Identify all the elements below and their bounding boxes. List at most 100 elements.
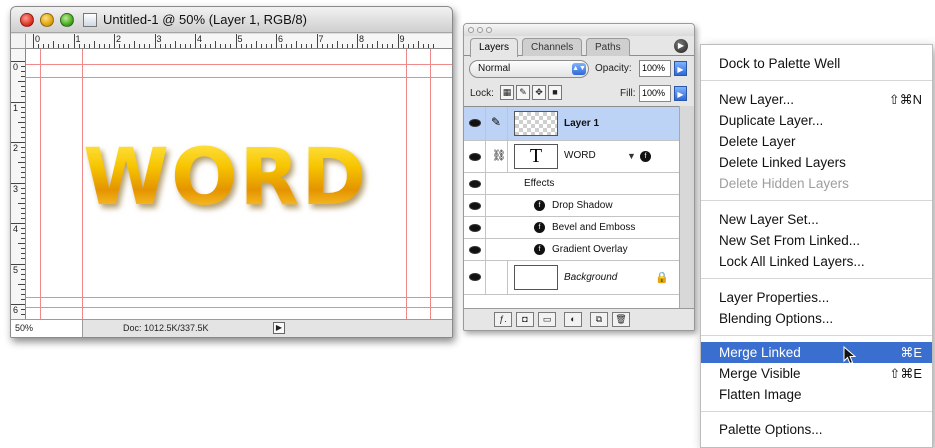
menu-item-lock-all-linked-layers[interactable]: Lock All Linked Layers...: [701, 251, 932, 272]
lock-position-icon[interactable]: ✥: [532, 85, 546, 100]
guide-horizontal[interactable]: [26, 77, 452, 78]
link-cell[interactable]: [486, 261, 508, 294]
guide-vertical[interactable]: [406, 49, 407, 321]
document-proxy-icon[interactable]: [83, 13, 97, 27]
menu-item-flatten-image[interactable]: Flatten Image: [701, 384, 932, 405]
guide-vertical[interactable]: [40, 49, 41, 321]
effect-row-drop-shadow[interactable]: f Drop Shadow: [464, 195, 679, 217]
ruler-tick: [21, 86, 25, 88]
lock-transparency-icon[interactable]: ▦: [500, 85, 514, 100]
zoom-window-icon[interactable]: [60, 13, 74, 27]
menu-item-duplicate-layer[interactable]: Duplicate Layer...: [701, 110, 932, 131]
effect-name: Gradient Overlay: [552, 244, 628, 255]
status-menu-arrow-icon[interactable]: ▶: [273, 322, 285, 334]
layer-style-icon[interactable]: f: [640, 151, 651, 162]
ruler-tick: [21, 177, 25, 179]
layers-scrollbar[interactable]: [679, 106, 694, 308]
effect-icon: f: [534, 200, 545, 211]
guide-vertical[interactable]: [430, 49, 431, 321]
visibility-toggle[interactable]: [464, 141, 486, 172]
menu-item-delete-layer[interactable]: Delete Layer: [701, 131, 932, 152]
menu-item-new-layer-set[interactable]: New Layer Set...: [701, 209, 932, 230]
menu-item-dock-to-palette-well[interactable]: Dock to Palette Well: [701, 53, 932, 74]
menu-item-label: New Layer Set...: [719, 212, 819, 227]
delete-layer-icon[interactable]: 🗑: [612, 312, 630, 327]
visibility-toggle[interactable]: [464, 107, 486, 140]
effect-icon: f: [534, 222, 545, 233]
ruler-tick: [301, 44, 303, 48]
zoom-field[interactable]: 50%: [11, 320, 83, 337]
link-cell[interactable]: ⛓: [486, 141, 508, 172]
palette-bottom-bar: ƒ. ◘ ▭ ◐ ⧉ 🗑: [464, 308, 694, 330]
fill-slider-arrow-icon[interactable]: ▶: [674, 86, 687, 101]
layer-row-background[interactable]: Background 🔒: [464, 261, 679, 295]
ruler-tick: [21, 293, 25, 295]
menu-item-delete-hidden-layers: Delete Hidden Layers: [701, 173, 932, 194]
new-adjustment-layer-icon[interactable]: ◐: [564, 312, 582, 327]
expand-triangle-icon[interactable]: ▼: [627, 151, 636, 161]
menu-item-merge-linked[interactable]: Merge Linked ⌘E: [701, 342, 932, 363]
visibility-toggle[interactable]: [464, 195, 486, 216]
close-window-icon[interactable]: [20, 13, 34, 27]
brush-cell[interactable]: ✎: [486, 107, 508, 140]
lock-image-pixels-icon[interactable]: ✎: [516, 85, 530, 100]
add-layer-style-icon[interactable]: ƒ.: [494, 312, 512, 327]
blend-mode-select[interactable]: Normal ▲▼: [469, 60, 589, 78]
visibility-toggle[interactable]: [464, 173, 486, 194]
effect-row-bevel-emboss[interactable]: f Bevel and Emboss: [464, 217, 679, 239]
ruler-origin[interactable]: [11, 34, 26, 49]
layer-row-word[interactable]: ⛓ T WORD ▼ f: [464, 141, 679, 173]
effect-row-gradient-overlay[interactable]: f Gradient Overlay: [464, 239, 679, 261]
palette-titlebar[interactable]: [464, 24, 694, 36]
fill-input[interactable]: 100%: [639, 85, 671, 102]
ruler-number: 5: [237, 34, 243, 44]
word-text-layer[interactable]: WORD: [83, 139, 368, 217]
visibility-toggle[interactable]: [464, 217, 486, 238]
palette-minimize-icon[interactable]: [477, 27, 483, 33]
tab-layers[interactable]: Layers: [470, 38, 519, 57]
menu-item-delete-linked-layers[interactable]: Delete Linked Layers: [701, 152, 932, 173]
new-layer-icon[interactable]: ⧉: [590, 312, 608, 327]
menu-item-layer-properties[interactable]: Layer Properties...: [701, 287, 932, 308]
ruler-tick: [21, 116, 25, 118]
ruler-tick: [21, 298, 25, 300]
visibility-toggle[interactable]: [464, 261, 486, 294]
ruler-tick: [93, 41, 95, 48]
menu-shortcut: ⇧⌘E: [889, 366, 922, 381]
visibility-toggle[interactable]: [464, 239, 486, 260]
horizontal-ruler[interactable]: 0 1 2 3 4 5 6 7 8 9: [26, 34, 452, 49]
menu-item-new-set-from-linked[interactable]: New Set From Linked...: [701, 230, 932, 251]
ruler-number: 4: [13, 224, 19, 234]
menu-item-blending-options[interactable]: Blending Options...: [701, 308, 932, 329]
menu-separator: [701, 411, 932, 412]
guide-horizontal[interactable]: [26, 307, 452, 308]
ruler-tick: [21, 207, 25, 209]
document-titlebar[interactable]: Untitled-1 @ 50% (Layer 1, RGB/8): [11, 7, 452, 33]
opacity-input[interactable]: 100%: [639, 60, 671, 77]
minimize-window-icon[interactable]: [40, 13, 54, 27]
menu-item-new-layer[interactable]: New Layer... ⇧⌘N: [701, 89, 932, 110]
menu-item-merge-visible[interactable]: Merge Visible ⇧⌘E: [701, 363, 932, 384]
tab-channels[interactable]: Channels: [522, 38, 583, 56]
image-canvas[interactable]: WORD: [26, 49, 452, 321]
lock-all-icon[interactable]: ■: [548, 85, 562, 100]
palette-zoom-icon[interactable]: [486, 27, 492, 33]
layer-row-layer-1[interactable]: ✎ Layer 1: [464, 107, 679, 141]
guide-horizontal[interactable]: [26, 297, 452, 298]
guide-horizontal[interactable]: [26, 64, 452, 65]
vertical-ruler[interactable]: 0 1 2 3 4 5 6: [11, 49, 26, 321]
document-window: Untitled-1 @ 50% (Layer 1, RGB/8) 0 1 2 3 4 5…: [10, 6, 453, 338]
ruler-tick: [21, 66, 25, 68]
ruler-tick: [48, 44, 50, 48]
menu-item-palette-options[interactable]: Palette Options...: [701, 419, 932, 440]
new-layer-set-icon[interactable]: ▭: [538, 312, 556, 327]
add-mask-icon[interactable]: ◘: [516, 312, 534, 327]
opacity-slider-arrow-icon[interactable]: ▶: [674, 61, 687, 76]
eye-icon: [469, 224, 481, 232]
tab-paths[interactable]: Paths: [586, 38, 630, 56]
effects-row[interactable]: Effects: [464, 173, 679, 195]
ruler-tick: [422, 44, 424, 48]
opacity-label: Opacity:: [595, 63, 632, 74]
palette-close-icon[interactable]: [468, 27, 474, 33]
palette-menu-arrow-icon[interactable]: ▶: [674, 39, 688, 53]
